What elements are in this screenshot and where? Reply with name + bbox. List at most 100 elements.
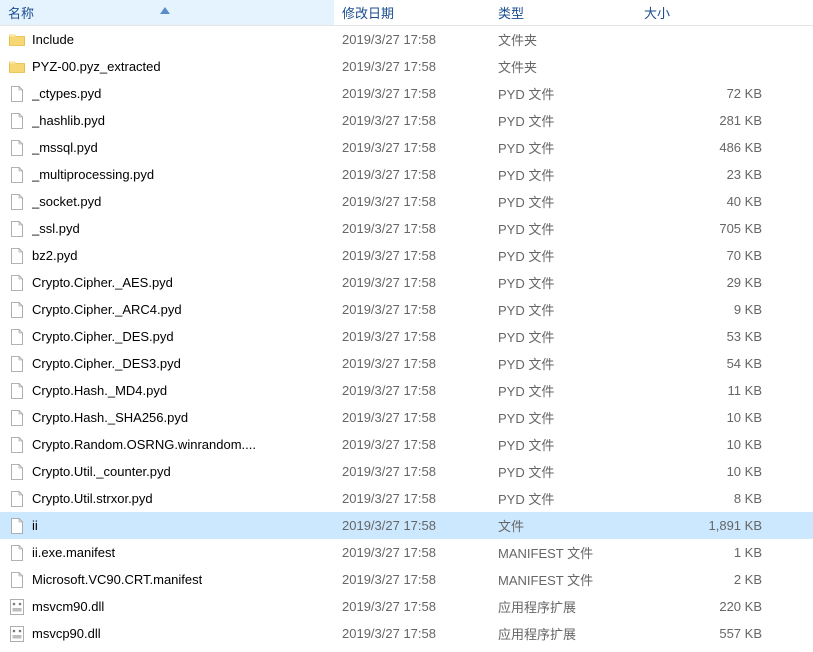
file-row[interactable]: bz2.pyd2019/3/27 17:58PYD 文件70 KB	[0, 242, 813, 269]
folder-icon	[8, 31, 26, 49]
column-header-name[interactable]: 名称	[0, 0, 334, 25]
file-size-cell: 29 KB	[636, 275, 782, 290]
file-name-label: PYZ-00.pyz_extracted	[32, 59, 161, 74]
column-header-row: 名称 修改日期 类型 大小	[0, 0, 813, 26]
file-type-cell: PYD 文件	[490, 84, 636, 103]
file-type-cell: MANIFEST 文件	[490, 570, 636, 589]
file-size-cell: 1,891 KB	[636, 518, 782, 533]
file-name-cell: ii.exe.manifest	[0, 544, 334, 562]
file-name-cell: Crypto.Cipher._AES.pyd	[0, 274, 334, 292]
file-row[interactable]: Crypto.Cipher._DES3.pyd2019/3/27 17:58PY…	[0, 350, 813, 377]
file-date-cell: 2019/3/27 17:58	[334, 221, 490, 236]
file-row[interactable]: _ctypes.pyd2019/3/27 17:58PYD 文件72 KB	[0, 80, 813, 107]
file-size-cell: 557 KB	[636, 626, 782, 641]
file-icon	[8, 328, 26, 346]
file-list: Include2019/3/27 17:58文件夹PYZ-00.pyz_extr…	[0, 26, 813, 647]
file-icon	[8, 436, 26, 454]
file-name-label: Crypto.Random.OSRNG.winrandom....	[32, 437, 256, 452]
file-size-cell: 53 KB	[636, 329, 782, 344]
dll-icon	[8, 598, 26, 616]
file-row[interactable]: _socket.pyd2019/3/27 17:58PYD 文件40 KB	[0, 188, 813, 215]
file-type-cell: 应用程序扩展	[490, 624, 636, 643]
file-name-cell: Crypto.Cipher._ARC4.pyd	[0, 301, 334, 319]
file-size-cell: 70 KB	[636, 248, 782, 263]
file-icon	[8, 139, 26, 157]
file-name-cell: _socket.pyd	[0, 193, 334, 211]
file-size-cell: 486 KB	[636, 140, 782, 155]
file-name-label: Microsoft.VC90.CRT.manifest	[32, 572, 202, 587]
file-name-cell: Crypto.Cipher._DES.pyd	[0, 328, 334, 346]
file-name-label: Crypto.Cipher._ARC4.pyd	[32, 302, 182, 317]
file-size-cell: 10 KB	[636, 464, 782, 479]
file-name-label: ii	[32, 518, 38, 533]
file-name-label: Crypto.Cipher._DES.pyd	[32, 329, 174, 344]
file-type-cell: PYD 文件	[490, 111, 636, 130]
file-name-label: msvcp90.dll	[32, 626, 101, 641]
file-icon	[8, 301, 26, 319]
file-row[interactable]: _mssql.pyd2019/3/27 17:58PYD 文件486 KB	[0, 134, 813, 161]
file-type-cell: PYD 文件	[490, 300, 636, 319]
file-icon	[8, 463, 26, 481]
file-row[interactable]: Crypto.Hash._MD4.pyd2019/3/27 17:58PYD 文…	[0, 377, 813, 404]
file-name-cell: Crypto.Hash._SHA256.pyd	[0, 409, 334, 427]
file-date-cell: 2019/3/27 17:58	[334, 437, 490, 452]
file-date-cell: 2019/3/27 17:58	[334, 86, 490, 101]
file-row[interactable]: _multiprocessing.pyd2019/3/27 17:58PYD 文…	[0, 161, 813, 188]
file-row[interactable]: Microsoft.VC90.CRT.manifest2019/3/27 17:…	[0, 566, 813, 593]
file-row[interactable]: Crypto.Cipher._DES.pyd 2019/3/27 17:58PYD…	[0, 323, 813, 350]
file-name-label: _ssl.pyd	[32, 221, 80, 236]
file-size-cell: 2 KB	[636, 572, 782, 587]
column-header-type[interactable]: 类型	[490, 0, 636, 25]
column-header-size[interactable]: 大小	[636, 0, 782, 25]
file-row[interactable]: Crypto.Hash._SHA256.pyd2019/3/27 17:58PY…	[0, 404, 813, 431]
file-type-cell: PYD 文件	[490, 489, 636, 508]
file-icon	[8, 220, 26, 238]
file-date-cell: 2019/3/27 17:58	[334, 410, 490, 425]
file-name-label: ii.exe.manifest	[32, 545, 115, 560]
file-type-cell: PYD 文件	[490, 246, 636, 265]
file-icon	[8, 382, 26, 400]
file-name-cell: bz2.pyd	[0, 247, 334, 265]
file-icon	[8, 247, 26, 265]
file-date-cell: 2019/3/27 17:58	[334, 194, 490, 209]
file-name-cell: Crypto.Cipher._DES3.pyd	[0, 355, 334, 373]
file-name-cell: msvcp90.dll	[0, 625, 334, 643]
file-name-label: _mssql.pyd	[32, 140, 98, 155]
file-name-cell: msvcm90.dll	[0, 598, 334, 616]
file-row[interactable]: PYZ-00.pyz_extracted2019/3/27 17:58文件夹	[0, 53, 813, 80]
file-icon	[8, 193, 26, 211]
sort-ascending-icon	[160, 7, 170, 14]
file-row[interactable]: _hashlib.pyd2019/3/27 17:58PYD 文件281 KB	[0, 107, 813, 134]
file-row[interactable]: Include2019/3/27 17:58文件夹	[0, 26, 813, 53]
file-date-cell: 2019/3/27 17:58	[334, 329, 490, 344]
file-size-cell: 72 KB	[636, 86, 782, 101]
column-header-name-label: 名称	[8, 3, 34, 22]
file-row[interactable]: _ssl.pyd2019/3/27 17:58PYD 文件705 KB	[0, 215, 813, 242]
file-icon	[8, 571, 26, 589]
file-row[interactable]: ii.exe.manifest2019/3/27 17:58MANIFEST 文…	[0, 539, 813, 566]
file-row[interactable]: msvcp90.dll 2019/3/27 17:58应用程序扩展557 KB	[0, 620, 813, 647]
file-name-label: Crypto.Util._counter.pyd	[32, 464, 171, 479]
column-header-date[interactable]: 修改日期	[334, 0, 490, 25]
file-row[interactable]: msvcm90.dll2019/3/27 17:58应用程序扩展220 KB	[0, 593, 813, 620]
file-name-cell: Crypto.Hash._MD4.pyd	[0, 382, 334, 400]
file-date-cell: 2019/3/27 17:58	[334, 248, 490, 263]
file-date-cell: 2019/3/27 17:58	[334, 626, 490, 641]
file-type-cell: PYD 文件	[490, 219, 636, 238]
file-type-cell: 文件	[490, 516, 636, 535]
file-row[interactable]: Crypto.Random.OSRNG.winrandom.... 2019/3/…	[0, 431, 813, 458]
file-row[interactable]: Crypto.Util._counter.pyd2019/3/27 17:58P…	[0, 458, 813, 485]
column-header-type-label: 类型	[498, 3, 524, 22]
file-name-label: Crypto.Hash._MD4.pyd	[32, 383, 167, 398]
file-row[interactable]: Crypto.Util.strxor.pyd2019/3/27 17:58PYD…	[0, 485, 813, 512]
file-type-cell: 文件夹	[490, 57, 636, 76]
file-row[interactable]: Crypto.Cipher._AES.pyd2019/3/27 17:58PYD…	[0, 269, 813, 296]
file-size-cell: 8 KB	[636, 491, 782, 506]
file-row[interactable]: Crypto.Cipher._ARC4.pyd2019/3/27 17:58PY…	[0, 296, 813, 323]
file-type-cell: 应用程序扩展	[490, 597, 636, 616]
file-name-cell: Crypto.Util.strxor.pyd	[0, 490, 334, 508]
file-icon	[8, 517, 26, 535]
file-type-cell: PYD 文件	[490, 327, 636, 346]
file-icon	[8, 490, 26, 508]
file-row[interactable]: ii2019/3/27 17:58文件1,891 KB	[0, 512, 813, 539]
